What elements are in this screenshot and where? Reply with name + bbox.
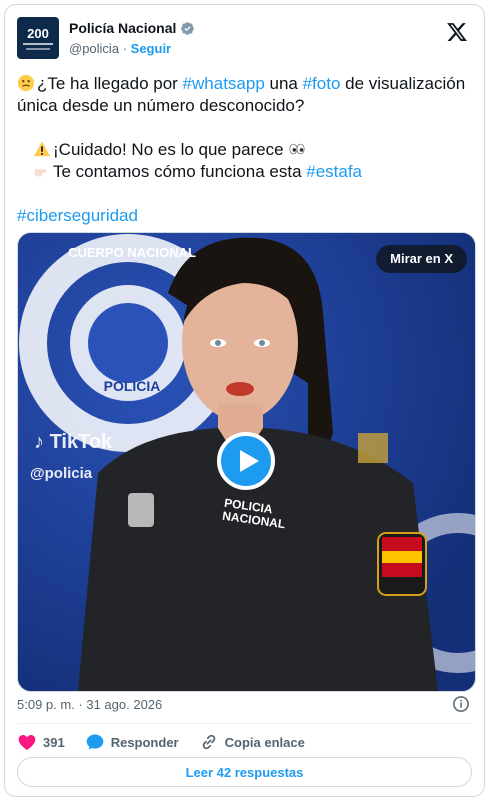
timestamp[interactable]: 5:09 p. m. · 31 ago. 2026 (17, 697, 162, 712)
play-icon (240, 450, 259, 472)
action-bar: 391 Responder Copia enlace (17, 732, 325, 752)
hashtag-estafa[interactable]: #estafa (306, 162, 362, 181)
separator: · (122, 41, 128, 56)
post-card: 200 Policía Nacional @policia · Seguir ¿… (4, 4, 485, 797)
x-logo-icon[interactable] (446, 21, 468, 43)
avatar[interactable]: 200 (17, 17, 59, 59)
post-line-2: ¡Cuidado! No es lo que parece (17, 139, 472, 161)
name-row: Policía Nacional (69, 20, 195, 36)
hashtag-whatsapp[interactable]: #whatsapp (183, 74, 265, 93)
tiktok-label: TikTok (49, 431, 113, 453)
link-icon (202, 734, 215, 750)
copy-link-label: Copia enlace (224, 734, 305, 750)
post-header: 200 Policía Nacional @policia · Seguir (17, 17, 472, 61)
info-icon[interactable] (452, 695, 470, 713)
account-handle[interactable]: @policia (69, 41, 119, 56)
hashtag-foto[interactable]: #foto (303, 74, 341, 93)
avatar-label: 200 (27, 26, 49, 41)
reply-button[interactable]: Responder (85, 732, 179, 752)
post-line-1: ¿Te ha llegado por #whatsapp una #foto d… (17, 73, 472, 117)
follow-button[interactable]: Seguir (131, 41, 171, 56)
seal-text-top: CUERPO NACIONAL (68, 245, 196, 260)
read-replies-button[interactable]: Leer 42 respuestas (17, 757, 472, 787)
verified-badge-icon (181, 21, 195, 35)
video-player[interactable]: CUERPO NACIONAL POLICIA POLICIA NACIONAL… (17, 232, 476, 692)
seal-text: CUERPO NACIONAL POLICIA (52, 245, 212, 417)
post-line-4: #ciberseguridad (17, 205, 472, 227)
eyes-icon (289, 143, 305, 155)
account-name[interactable]: Policía Nacional (69, 20, 176, 36)
copy-link-button[interactable]: Copia enlace (199, 732, 305, 752)
reply-label: Responder (110, 734, 179, 750)
play-button[interactable] (217, 432, 275, 490)
post-text-segment: ¡Cuidado! No es lo que parece (53, 140, 284, 159)
avatar-decoration (26, 48, 50, 50)
hashtag-ciberseguridad[interactable]: #ciberseguridad (17, 206, 138, 225)
post-text: ¿Te ha llegado por #whatsapp una #foto d… (17, 73, 472, 227)
post-line-3: Te contamos cómo funciona esta #estafa (17, 161, 472, 183)
post-text-segment: una (264, 74, 303, 93)
thinking-face-icon (17, 74, 35, 92)
tiktok-handle: @policia (30, 465, 93, 482)
warning-icon (33, 141, 51, 157)
avatar-decoration (23, 43, 53, 45)
like-button[interactable]: 391 (17, 732, 65, 752)
post-text-segment: ¿Te ha llegado por (37, 74, 183, 93)
tiktok-watermark: ♪ TikTok (34, 431, 112, 454)
watch-on-x-button[interactable]: Mirar en X (376, 245, 467, 273)
post-text-segment: Te contamos cómo funciona esta (53, 162, 307, 181)
heart-icon (18, 735, 36, 750)
reply-bubble-icon (86, 734, 104, 750)
seal-text-bottom: POLICIA (103, 378, 161, 394)
pointing-hand-icon (34, 169, 47, 177)
like-count: 391 (43, 734, 65, 750)
handle-row: @policia · Seguir (69, 41, 171, 56)
tiktok-icon: ♪ (34, 431, 44, 453)
divider (17, 723, 472, 724)
